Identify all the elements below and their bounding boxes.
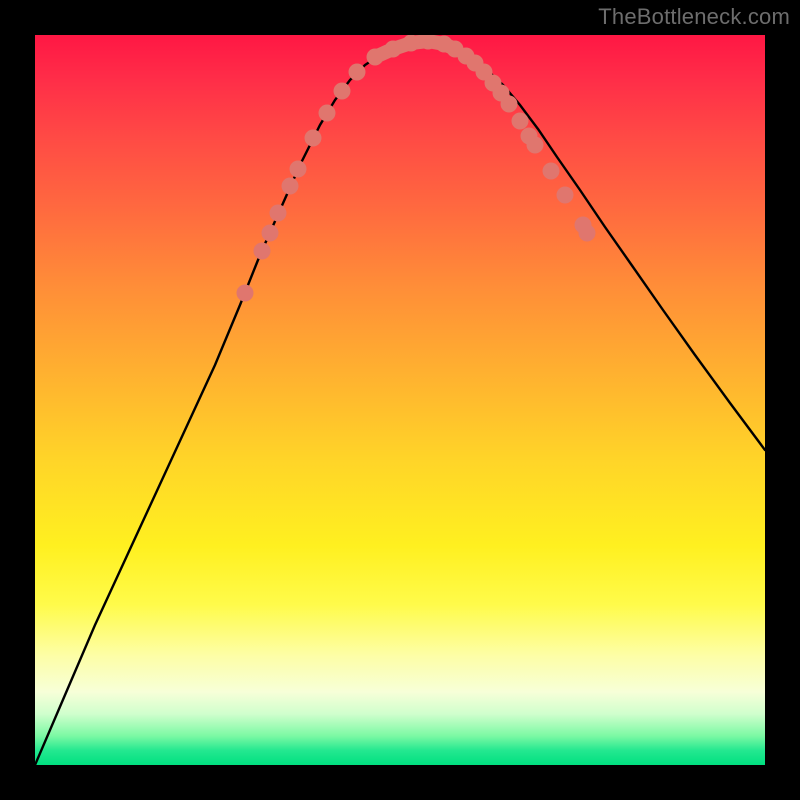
- chart-frame: TheBottleneck.com: [0, 0, 800, 800]
- data-marker: [262, 225, 279, 242]
- data-markers-group: [237, 35, 596, 302]
- data-marker: [501, 96, 518, 113]
- data-marker: [290, 161, 307, 178]
- data-marker: [254, 243, 271, 260]
- data-marker: [512, 113, 529, 130]
- data-marker: [367, 49, 384, 66]
- data-marker: [305, 130, 322, 147]
- data-marker: [319, 105, 336, 122]
- data-marker: [237, 285, 254, 302]
- curve-overlay: [35, 35, 765, 765]
- data-marker: [557, 187, 574, 204]
- data-marker: [527, 137, 544, 154]
- plot-area: [35, 35, 765, 765]
- data-marker: [543, 163, 560, 180]
- data-marker: [403, 35, 420, 52]
- data-marker: [282, 178, 299, 195]
- right-curve: [423, 40, 765, 450]
- left-curve: [35, 40, 423, 765]
- data-marker: [385, 41, 402, 58]
- data-marker: [579, 225, 596, 242]
- data-marker: [270, 205, 287, 222]
- watermark-text: TheBottleneck.com: [598, 4, 790, 30]
- data-marker: [334, 83, 351, 100]
- data-marker: [349, 64, 366, 81]
